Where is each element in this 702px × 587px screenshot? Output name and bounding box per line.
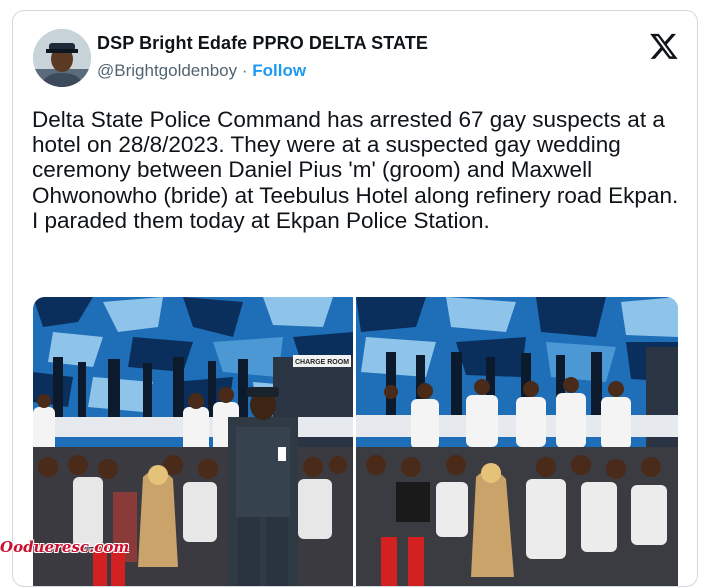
- x-logo-icon[interactable]: [649, 31, 679, 61]
- handle-row: @Brightgoldenboy · Follow: [97, 61, 306, 81]
- follow-button[interactable]: Follow: [252, 61, 306, 80]
- author-name[interactable]: DSP Bright Edafe PPRO DELTA STATE: [97, 33, 428, 54]
- avatar[interactable]: [33, 29, 91, 87]
- watermark-text: Oodueresc.com: [0, 538, 130, 556]
- tweet-card: DSP Bright Edafe PPRO DELTA STATE @Brigh…: [12, 10, 698, 587]
- tweet-photo-right[interactable]: [356, 297, 678, 586]
- tweet-text: Delta State Police Command has arrested …: [32, 107, 679, 233]
- separator-dot: ·: [241, 61, 248, 80]
- charge-room-sign: CHARGE ROOM: [295, 359, 349, 366]
- author-handle[interactable]: @Brightgoldenboy: [97, 61, 237, 80]
